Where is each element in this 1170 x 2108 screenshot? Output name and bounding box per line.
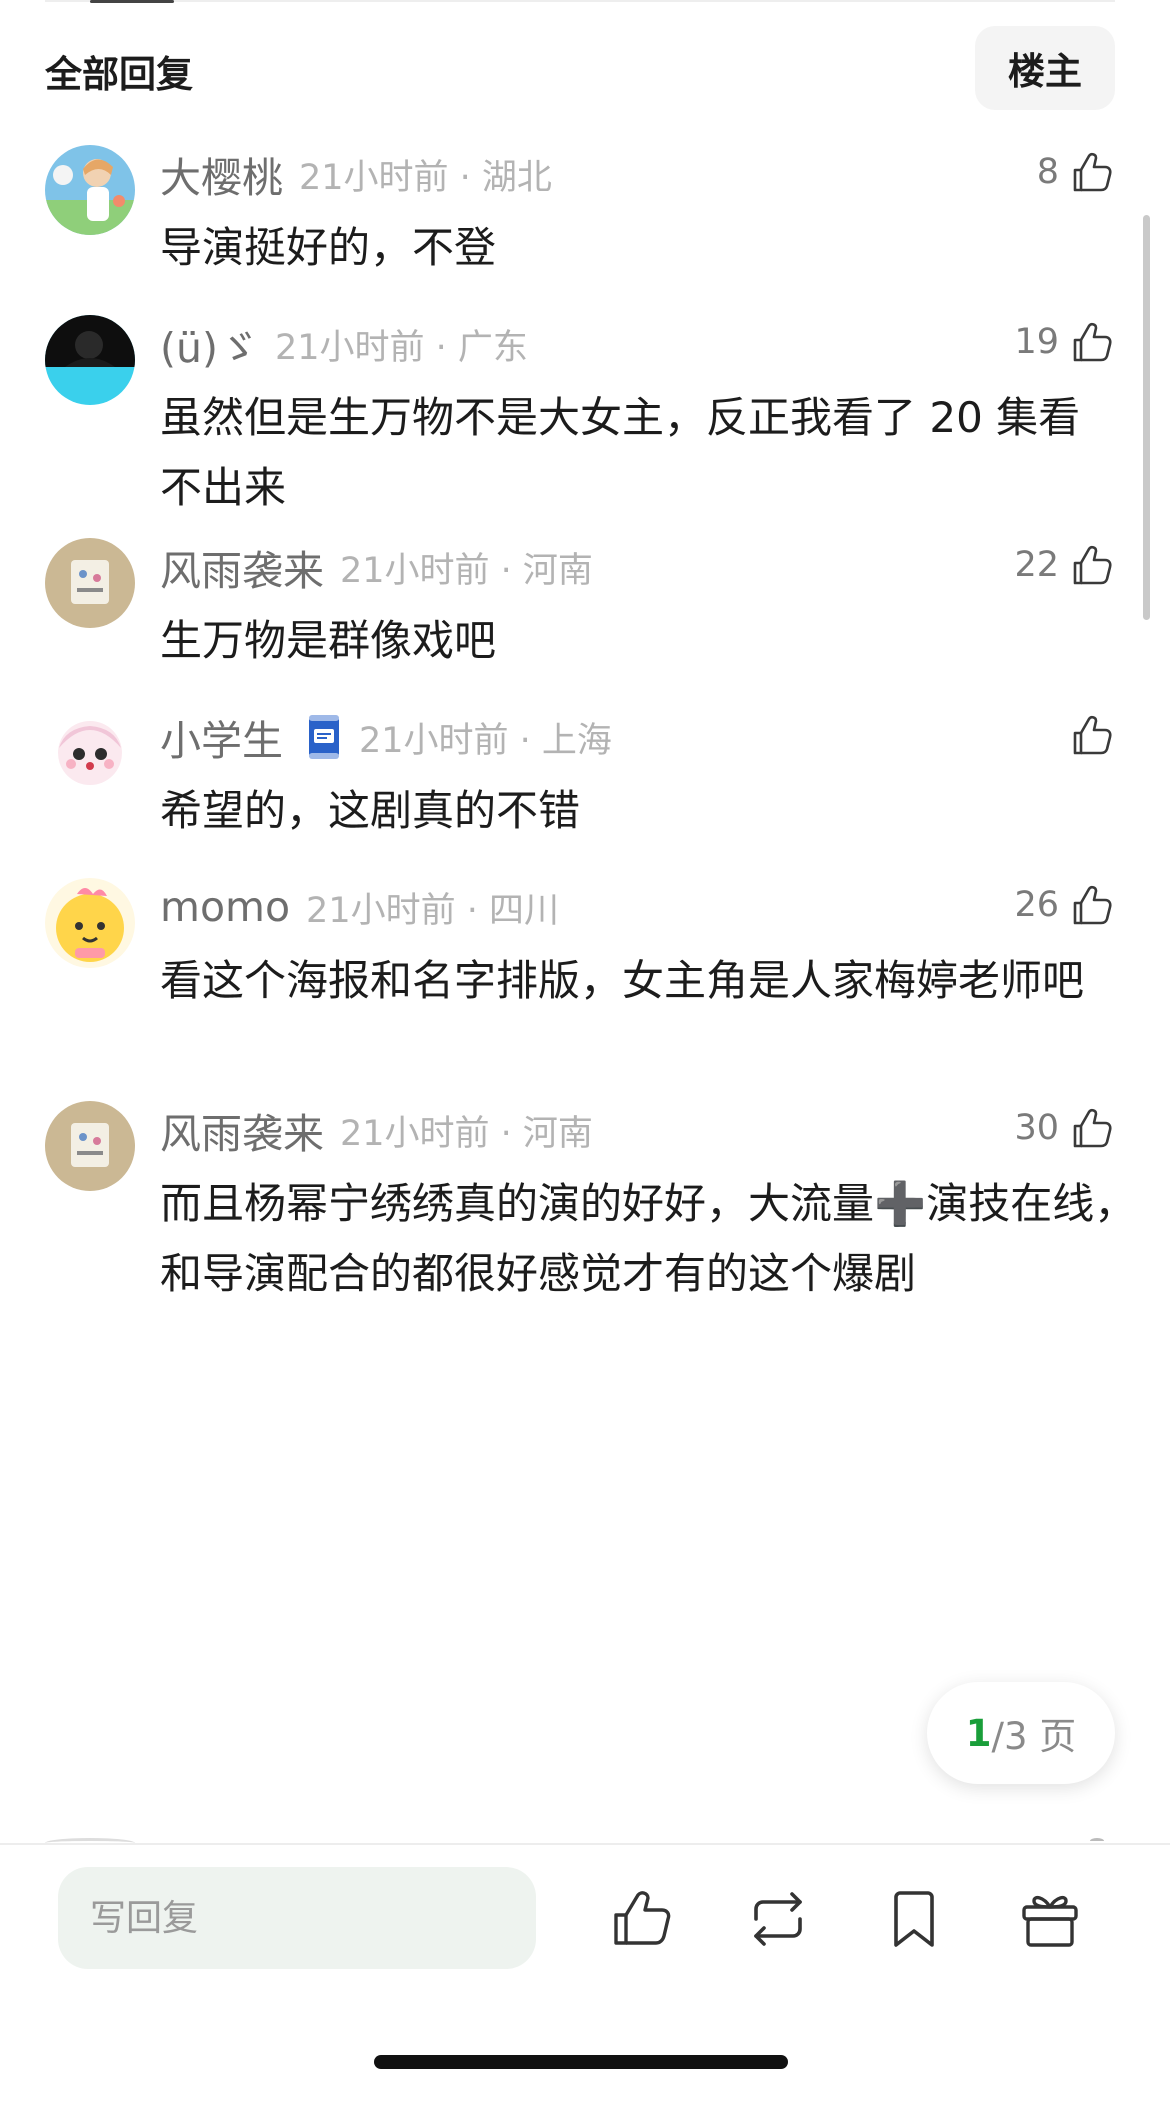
like-button[interactable]: 26 [1014,878,1115,932]
username[interactable]: 风雨袭来 [160,1100,324,1160]
current-page: 1 [965,1711,992,1755]
thumbs-up-icon [1073,545,1112,585]
active-tab-indicator [90,0,174,3]
comment-text: 虽然但是生万物不是大女主，反正我看了 20 集看不出来 [160,393,1081,512]
like-button[interactable]: 19 [1014,315,1115,369]
comment-time-location: 21小时前 · 广东 [274,327,528,368]
thumbs-up-icon [1073,1108,1112,1148]
username[interactable]: (ü)ゞ [160,314,259,374]
like-count: 30 [1014,1108,1059,1148]
reply-input[interactable] [58,1867,536,1969]
home-indicator [374,2055,788,2069]
replies-header: 全部回复 楼主 [45,22,1115,110]
comment-text: 希望的，这剧真的不错 [160,786,581,835]
total-pages: /3 页 [991,1715,1077,1758]
avatar[interactable] [45,878,135,968]
username[interactable]: momo [160,883,290,931]
like-button[interactable]: 30 [1014,1101,1115,1155]
comment-time-location: 21小时前 · 河南 [340,550,593,591]
comment-text: 看这个海报和名字排版，女主角是人家梅婷老师吧 [160,956,1085,1005]
like-icon [614,1891,671,1945]
like-count: 22 [1014,545,1059,585]
like-button[interactable] [1059,708,1115,762]
comment-text: 导演挺好的，不登 [160,223,497,272]
page-indicator[interactable]: 1/3 页 [927,1682,1115,1784]
bookmark-icon [894,1891,934,1947]
like-button[interactable] [608,1885,676,1953]
repost-button[interactable] [744,1885,812,1953]
comment-time-location: 21小时前 · 湖北 [299,157,552,198]
avatar[interactable] [45,145,135,235]
username[interactable]: 大樱桃 [160,144,283,204]
comment-time-location: 21小时前 · 上海 [359,720,612,761]
like-button[interactable]: 8 [1037,145,1115,199]
comment-time-location: 21小时前 · 河南 [340,1113,593,1154]
like-button[interactable]: 22 [1014,538,1115,592]
avatar[interactable] [45,538,135,628]
owner-only-button[interactable]: 楼主 [975,26,1115,110]
thumbs-up-icon [1073,322,1112,362]
like-count: 19 [1014,322,1059,362]
thumbs-up-icon [1073,152,1112,192]
gift-button[interactable] [1016,1885,1084,1953]
avatar[interactable] [45,315,135,405]
username[interactable]: 小学生 [160,707,283,767]
repost-icon [754,1892,802,1946]
bottom-action-bar [0,1843,1170,2108]
all-replies-title: 全部回复 [45,53,193,96]
avatar[interactable] [45,1101,135,1191]
avatar[interactable] [45,708,135,798]
comment-time-location: 21小时前 · 四川 [306,890,559,931]
comment-text: 而且杨幂宁绣绣真的演的好好，大流量➕演技在线，和导演配合的都很好感觉才有的这个爆… [160,1179,1137,1298]
like-count: 26 [1014,885,1059,925]
top-divider [45,0,1115,2]
bookmark-button[interactable] [880,1885,948,1953]
comment-text: 生万物是群像戏吧 [160,616,497,665]
scrollbar[interactable] [1143,215,1150,620]
like-count: 8 [1036,152,1059,192]
gift-icon [1022,1895,1078,1947]
thumbs-up-icon [1073,715,1112,755]
can-badge-icon [305,711,343,763]
username[interactable]: 风雨袭来 [160,537,324,597]
thumbs-up-icon [1073,885,1112,925]
